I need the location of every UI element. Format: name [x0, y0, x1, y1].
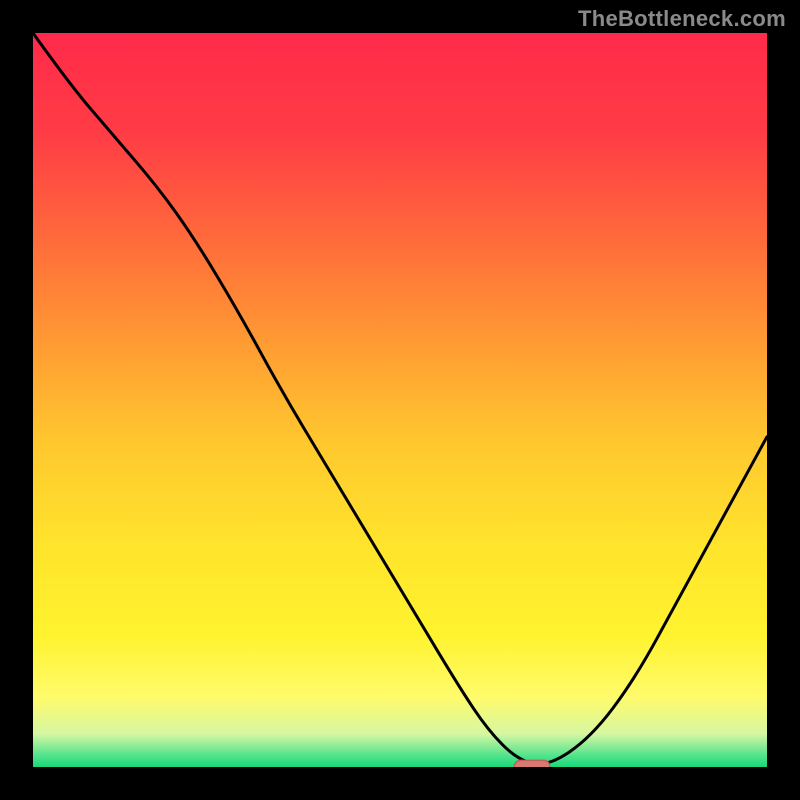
watermark-text: TheBottleneck.com — [578, 6, 786, 32]
gradient-background — [33, 33, 767, 767]
optimum-marker — [515, 760, 550, 773]
chart-frame: { "watermark": "TheBottleneck.com", "col… — [0, 0, 800, 800]
bottleneck-chart — [0, 0, 800, 800]
